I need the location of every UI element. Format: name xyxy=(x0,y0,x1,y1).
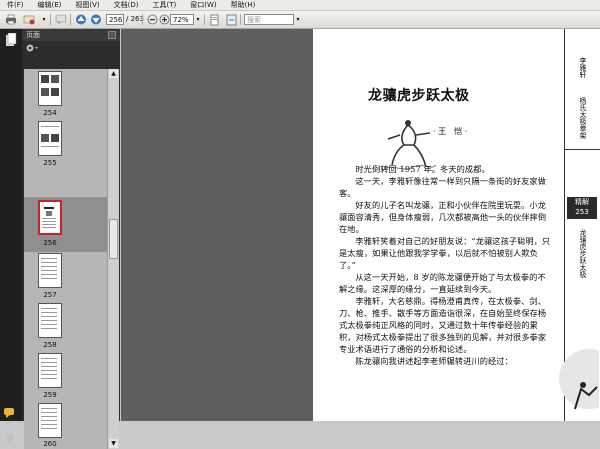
menu-tools[interactable]: 工具(T) xyxy=(146,0,184,10)
scrollbar-thumb[interactable] xyxy=(109,219,118,259)
thumbnail-scrollbar[interactable]: ▲ ▼ xyxy=(107,69,119,449)
email-dropdown[interactable]: ▾ xyxy=(37,13,51,26)
page-thumbnail-image xyxy=(41,126,59,147)
gear-icon xyxy=(26,44,38,52)
panel-close-button[interactable] xyxy=(108,31,116,39)
options-button[interactable] xyxy=(25,43,39,56)
chevron-down-icon: ▾ xyxy=(296,16,300,23)
menu-bar: 件(F) 编辑(E) 视图(V) 文档(D) 工具(T) 窗口(W) 帮助(H) xyxy=(0,0,600,11)
page-number-input[interactable]: 256 xyxy=(106,14,124,25)
comment-icon xyxy=(4,408,14,418)
comment-button[interactable] xyxy=(54,13,68,26)
fit-page-icon xyxy=(210,14,218,25)
thumbnail-label: 258 xyxy=(43,341,57,349)
panel-options-bar xyxy=(22,41,120,55)
arrow-down-icon xyxy=(91,14,101,25)
chevron-down-icon: ▾ xyxy=(196,16,200,23)
panel-title: 页面 xyxy=(26,31,40,39)
fit-width-button[interactable] xyxy=(224,13,238,26)
page-number: 253 xyxy=(575,208,589,216)
paragraph: 陈龙骧向我讲述起李老师辗转进川的经过： xyxy=(355,356,513,366)
print-icon xyxy=(6,14,16,25)
separator xyxy=(50,14,51,25)
page-thumbnail-image xyxy=(41,75,59,96)
document-view[interactable]: 龙骧虎步跃太极 · 王 恺 · 时光倒转回 1957 年。冬天的成都。 这一天，… xyxy=(121,29,600,421)
page-thumbnail-image xyxy=(41,258,57,279)
zoom-in-button[interactable] xyxy=(157,13,171,26)
paragraph: 这一天，李雅轩像往常一样到只隔一条街的好友家做客。 xyxy=(339,176,547,198)
article-body: 时光倒转回 1957 年。冬天的成都。 这一天，李雅轩像往常一样到只隔一条街的好… xyxy=(339,163,553,367)
paragraph: 好友的儿子名叫龙骧，正和小伙伴在院里玩耍。小龙骧面容清秀，但身体瘦弱，几次都被高… xyxy=(339,200,547,234)
email-button[interactable] xyxy=(22,13,36,26)
zoom-in-icon xyxy=(159,14,169,25)
menu-document[interactable]: 文档(D) xyxy=(107,0,146,10)
chevron-down-icon: ▾ xyxy=(42,16,46,23)
paragraph: 时光倒转回 1957 年。冬天的成都。 xyxy=(355,164,490,174)
toolbar: ▾ 256 / 263 72% ▾ 搜索 ▾ xyxy=(0,11,600,29)
page-number-box: 精解 253 xyxy=(567,197,597,219)
fit-page-button[interactable] xyxy=(207,13,221,26)
zoom-dropdown[interactable]: ▾ xyxy=(194,13,202,26)
thumbnail-page[interactable] xyxy=(38,253,62,288)
pages-panel: 页面 254 255 256 257 258 259 260 ▲ ▼ xyxy=(22,29,120,449)
strip-box-label: 精解 xyxy=(575,198,589,206)
arrow-up-icon xyxy=(76,14,86,25)
thumbnail-label: 257 xyxy=(43,291,57,299)
paperclip-icon xyxy=(7,433,13,444)
envelope-icon xyxy=(23,15,35,25)
comment-icon xyxy=(55,14,67,24)
scroll-down-arrow-icon[interactable]: ▼ xyxy=(109,439,118,448)
separator xyxy=(70,14,71,25)
pages-panel-button[interactable] xyxy=(5,32,17,50)
navigation-icon-bar xyxy=(0,29,22,444)
prev-page-button[interactable] xyxy=(74,13,88,26)
strip-book-title: 杨氏太极拳架 xyxy=(579,97,587,139)
separator xyxy=(240,14,241,25)
panel-header: 页面 xyxy=(22,29,120,41)
thumbnail-label: 255 xyxy=(43,159,57,167)
thumbnail-page[interactable] xyxy=(38,303,62,338)
thumbnail-page[interactable] xyxy=(38,71,62,106)
menu-edit[interactable]: 编辑(E) xyxy=(31,0,69,10)
thumbnail-list[interactable]: 254 255 256 257 258 259 260 xyxy=(24,69,107,449)
thumbnail-label: 259 xyxy=(43,391,57,399)
paragraph: 从这一天开始，8 岁的陈龙骧便开始了与太极拳的不解之缘。这深厚的缘分，一直延续到… xyxy=(339,272,546,294)
next-page-button[interactable] xyxy=(89,13,103,26)
menu-help[interactable]: 帮助(H) xyxy=(224,0,263,10)
document-page: 龙骧虎步跃太极 · 王 恺 · 时光倒转回 1957 年。冬天的成都。 这一天，… xyxy=(313,29,600,421)
menu-view[interactable]: 视图(V) xyxy=(68,0,106,10)
paragraph: 李雅轩笑着对自己的好朋友说：“龙骧这孩子聪明，只是太瘦，如果让他跟我学学拳，以后… xyxy=(339,236,551,270)
thumbnail-label: 254 xyxy=(43,109,57,117)
pages-icon xyxy=(6,32,17,46)
attachments-panel-button[interactable] xyxy=(4,431,16,448)
print-button[interactable] xyxy=(4,13,18,26)
fit-width-icon xyxy=(226,14,236,25)
paragraph: 李雅轩，大名慈鼎。得杨澄甫真传，在太极拳、剑、刀、枪、推手、散手等方面造诣很深，… xyxy=(339,296,547,354)
separator xyxy=(142,14,143,25)
thumbnail-page[interactable] xyxy=(38,353,62,388)
article-author: · 王 恺 · xyxy=(433,127,468,136)
menu-file[interactable]: 件(F) xyxy=(0,0,31,10)
search-dropdown[interactable]: ▾ xyxy=(294,13,302,26)
search-input[interactable]: 搜索 xyxy=(244,14,294,25)
thumbnail-selection-highlight xyxy=(24,197,107,252)
thumbnail-label: 260 xyxy=(43,440,57,448)
thumbnail-label: 256 xyxy=(43,239,57,247)
zoom-out-icon xyxy=(147,14,157,25)
article-title: 龙骧虎步跃太极 xyxy=(368,88,470,104)
scroll-up-arrow-icon[interactable]: ▲ xyxy=(109,69,118,78)
corner-decoration xyxy=(559,349,599,410)
page-thumbnail-image xyxy=(42,207,56,228)
page-thumbnail-image xyxy=(41,308,57,329)
thumbnail-page-selected[interactable] xyxy=(38,200,62,235)
strip-author: 李雅轩 xyxy=(579,57,587,78)
comments-panel-button[interactable] xyxy=(3,407,17,422)
page-thumbnail-image xyxy=(41,358,57,379)
strip-divider xyxy=(565,149,600,150)
strip-chapter-title: 龙骧虎步跃太极 xyxy=(579,229,587,278)
menu-window[interactable]: 窗口(W) xyxy=(183,0,223,10)
separator xyxy=(204,14,205,25)
zoom-level-input[interactable]: 72% xyxy=(170,14,194,25)
thumbnail-page[interactable] xyxy=(38,121,62,156)
